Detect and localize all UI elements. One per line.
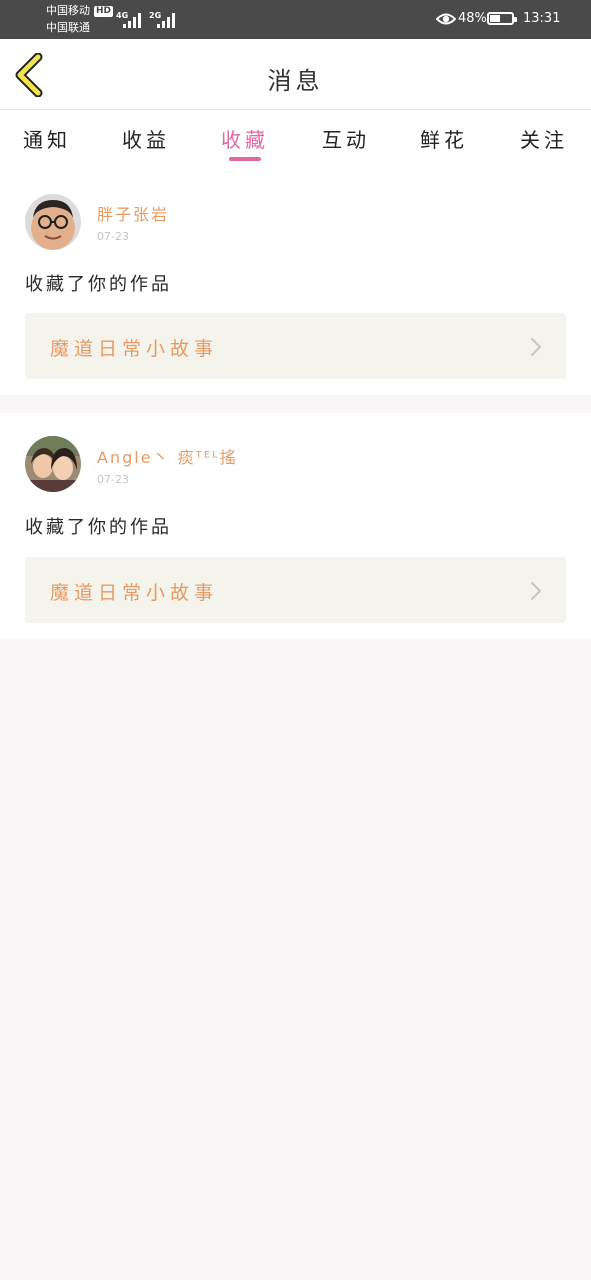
eye-comfort-icon [436,13,456,25]
work-link[interactable]: 魔道日常小故事 [25,313,566,379]
battery-percent: 48% [458,11,487,26]
tab-favorites[interactable]: 收藏 [205,124,285,153]
signal-bars-icon [123,12,143,28]
app-header: 消息 [0,39,591,110]
signal-bars-icon [157,12,177,28]
message-date: 07-23 [97,473,129,486]
message-card: 胖子张岩 07-23 收藏了你的作品 魔道日常小故事 [0,174,591,395]
work-link[interactable]: 魔道日常小故事 [25,557,566,623]
battery-level-fill [490,15,500,22]
message-date: 07-23 [97,230,129,243]
tab-bar: 通知 收益 收藏 互动 鲜花 关注 [0,110,591,174]
avatar-icon[interactable] [25,436,81,492]
message-card: Angle丶 痰ᵀᴱᴸ搖 07-23 收藏了你的作品 魔道日常小故事 [0,413,591,639]
username[interactable]: Angle丶 痰ᵀᴱᴸ搖 [97,444,238,468]
work-title: 魔道日常小故事 [50,338,219,360]
clock: 13:31 [523,11,561,26]
battery-icon [487,12,517,25]
avatar-icon[interactable] [25,194,81,250]
carrier-1-label: 中国移动 [46,4,90,17]
tab-following[interactable]: 关注 [504,124,584,153]
work-title: 魔道日常小故事 [50,582,219,604]
tab-flowers[interactable]: 鲜花 [404,124,484,153]
carrier-2-label: 中国联通 [46,21,90,34]
tab-earnings[interactable]: 收益 [106,124,186,153]
username[interactable]: 胖子张岩 [97,201,169,225]
message-action-text: 收藏了你的作品 [25,517,172,538]
page-title: 消息 [267,67,324,95]
tab-interactions[interactable]: 互动 [306,124,386,153]
tab-notifications[interactable]: 通知 [7,124,87,153]
active-tab-indicator [229,157,261,161]
chevron-right-icon [530,581,542,601]
hd-badge: HD [94,6,114,17]
chevron-right-icon [530,337,542,357]
status-bar: 中国移动 HD 中国联通 4G 2G 48% 13:31 [0,0,591,39]
message-action-text: 收藏了你的作品 [25,274,172,295]
